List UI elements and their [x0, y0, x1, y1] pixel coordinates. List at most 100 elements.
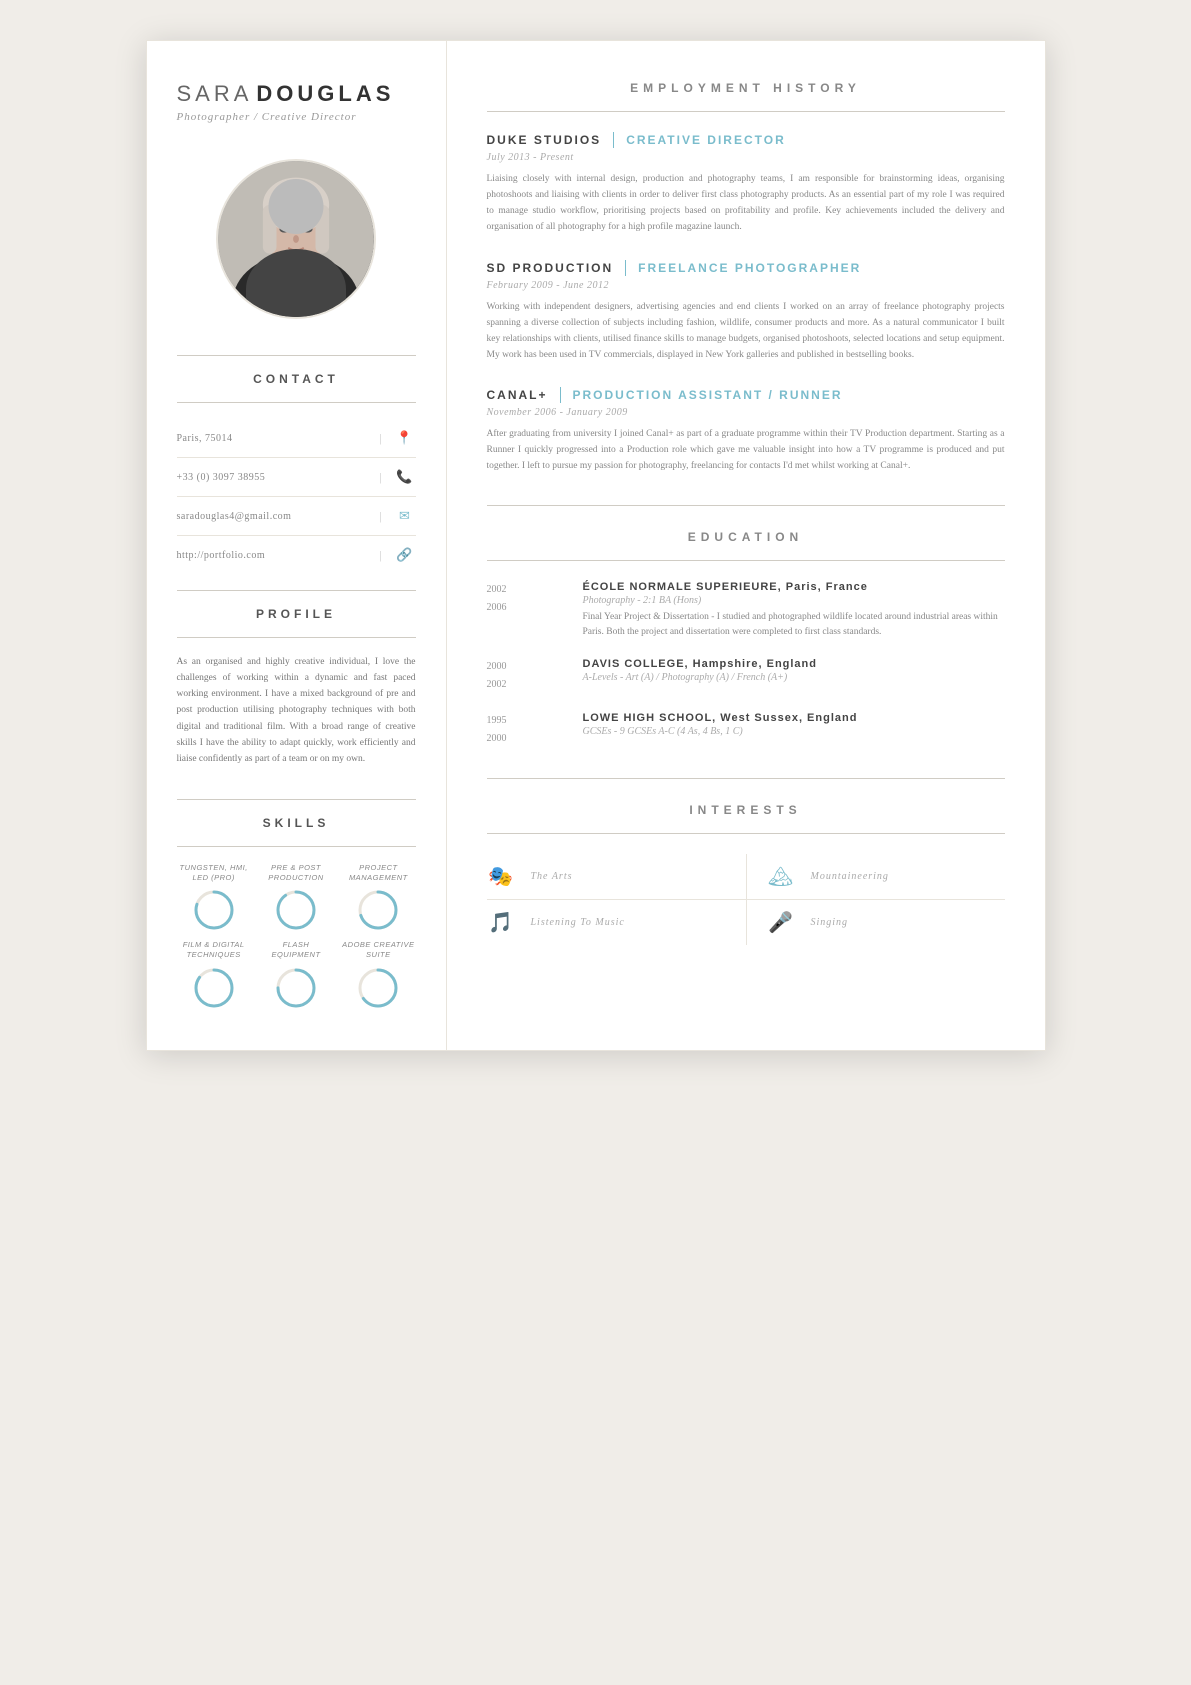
edu-degree: Photography - 2:1 BA (Hons) [583, 595, 1005, 606]
skill-circle-chart [192, 966, 236, 1010]
job-separator [625, 260, 626, 276]
contact-icon: 📍 [394, 427, 416, 449]
edu-institution: LOWE HIGH SCHOOL, West Sussex, England [583, 712, 1005, 724]
contact-divider [177, 402, 416, 403]
edu-year-start: 2000 [487, 658, 567, 676]
contact-text: +33 (0) 3097 38955 [177, 472, 368, 483]
name-section: SARA DOUGLAS Photographer / Creative Dir… [177, 81, 416, 123]
divider-after-profile [177, 799, 416, 800]
skill-label: PRE & POST PRODUCTION [259, 863, 333, 883]
first-name: SARA [177, 81, 253, 106]
job-role: CREATIVE DIRECTOR [626, 133, 786, 147]
interest-item: 🏔 Mountaineering [746, 854, 1005, 900]
job-dates: November 2006 - January 2009 [487, 407, 1005, 418]
edu-years: 2000 2002 [487, 658, 567, 694]
edu-degree: GCSEs - 9 GCSEs A-C (4 As, 4 Bs, 1 C) [583, 726, 1005, 737]
contact-separator: | [379, 548, 381, 563]
interest-label: Singing [811, 917, 849, 928]
interest-icon: 🎤 [767, 910, 795, 935]
education-divider-top [487, 560, 1005, 561]
education-section: EDUCATION 2002 2006 ÉCOLE NORMALE SUPERI… [487, 530, 1005, 748]
edu-years: 1995 2000 [487, 712, 567, 748]
skill-item: PROJECT MANAGEMENT [341, 863, 415, 933]
edu-year-end: 2006 [487, 599, 567, 617]
skill-item: TUNGSTEN, HMI, LED (PRO) [177, 863, 251, 933]
edu-year-start: 2002 [487, 581, 567, 599]
skill-label: FLASH EQUIPMENT [259, 940, 333, 960]
edu-desc: Final Year Project & Dissertation - I st… [583, 610, 1005, 640]
contact-list: Paris, 75014 | 📍 +33 (0) 3097 38955 | 📞 … [177, 419, 416, 574]
skill-label: PROJECT MANAGEMENT [341, 863, 415, 883]
job-entry: SD PRODUCTION FREELANCE PHOTOGRAPHER Feb… [487, 260, 1005, 364]
interests-divider-top [487, 833, 1005, 834]
skill-circle-chart [274, 888, 318, 932]
profile-section: PROFILE As an organised and highly creat… [177, 607, 416, 767]
education-entry: 1995 2000 LOWE HIGH SCHOOL, West Sussex,… [487, 712, 1005, 748]
edu-year-start: 1995 [487, 712, 567, 730]
skill-item: PRE & POST PRODUCTION [259, 863, 333, 933]
employment-heading: EMPLOYMENT HISTORY [487, 81, 1005, 95]
job-header: CANAL+ PRODUCTION ASSISTANT / RUNNER [487, 387, 1005, 403]
profile-heading: PROFILE [177, 607, 416, 621]
job-header: SD PRODUCTION FREELANCE PHOTOGRAPHER [487, 260, 1005, 276]
profile-photo [216, 159, 376, 319]
contact-text: Paris, 75014 [177, 433, 368, 444]
contact-heading: CONTACT [177, 372, 416, 386]
job-description: Working with independent designers, adve… [487, 299, 1005, 364]
contact-item: Paris, 75014 | 📍 [177, 419, 416, 458]
divider-after-contact [177, 590, 416, 591]
contact-icon: ✉ [394, 505, 416, 527]
edu-content: LOWE HIGH SCHOOL, West Sussex, England G… [583, 712, 1005, 748]
interest-icon: 🎵 [487, 910, 515, 935]
employment-section: EMPLOYMENT HISTORY DUKE STUDIOS CREATIVE… [487, 81, 1005, 475]
contact-item: saradouglas4@gmail.com | ✉ [177, 497, 416, 536]
job-company: SD PRODUCTION [487, 261, 614, 275]
contact-separator: | [379, 431, 381, 446]
contact-icon: 🔗 [394, 544, 416, 566]
interests-section: INTERESTS 🎭 The Arts 🏔 Mountaineering 🎵 … [487, 803, 1005, 945]
education-heading: EDUCATION [487, 530, 1005, 544]
job-role: FREELANCE PHOTOGRAPHER [638, 261, 861, 275]
photo-placeholder [218, 159, 374, 319]
edu-institution: DAVIS COLLEGE, Hampshire, England [583, 658, 1005, 670]
skill-label: ADOBE CREATIVE SUITE [341, 940, 415, 960]
job-description: Liaising closely with internal design, p… [487, 171, 1005, 236]
skill-item: FILM & DIGITAL TECHNIQUES [177, 940, 251, 1010]
edu-years: 2002 2006 [487, 581, 567, 640]
skills-heading: SKILLS [177, 816, 416, 830]
skill-circle-chart [356, 966, 400, 1010]
education-entry: 2002 2006 ÉCOLE NORMALE SUPERIEURE, Pari… [487, 581, 1005, 640]
right-column: EMPLOYMENT HISTORY DUKE STUDIOS CREATIVE… [447, 41, 1045, 1050]
job-separator [613, 132, 614, 148]
edu-content: ÉCOLE NORMALE SUPERIEURE, Paris, France … [583, 581, 1005, 640]
contact-icon: 📞 [394, 466, 416, 488]
job-separator [560, 387, 561, 403]
edu-year-end: 2000 [487, 730, 567, 748]
skill-circle-chart [274, 966, 318, 1010]
contact-text: http://portfolio.com [177, 550, 368, 561]
job-header: DUKE STUDIOS CREATIVE DIRECTOR [487, 132, 1005, 148]
profile-divider [177, 637, 416, 638]
interest-item: 🎤 Singing [746, 900, 1005, 945]
edu-degree: A-Levels - Art (A) / Photography (A) / F… [583, 672, 1005, 683]
skill-label: TUNGSTEN, HMI, LED (PRO) [177, 863, 251, 883]
full-name: SARA DOUGLAS [177, 81, 416, 107]
divider-after-photo [177, 355, 416, 356]
skill-label: FILM & DIGITAL TECHNIQUES [177, 940, 251, 960]
job-entry: DUKE STUDIOS CREATIVE DIRECTOR July 2013… [487, 132, 1005, 236]
interest-label: Listening To Music [531, 917, 625, 928]
contact-text: saradouglas4@gmail.com [177, 511, 368, 522]
interest-label: The Arts [531, 871, 573, 882]
skill-item: FLASH EQUIPMENT [259, 940, 333, 1010]
interest-label: Mountaineering [811, 871, 889, 882]
interest-item: 🎵 Listening To Music [487, 900, 746, 945]
edu-institution: ÉCOLE NORMALE SUPERIEURE, Paris, France [583, 581, 1005, 593]
job-description: After graduating from university I joine… [487, 426, 1005, 474]
employment-divider-top [487, 111, 1005, 112]
skills-divider [177, 846, 416, 847]
education-list: 2002 2006 ÉCOLE NORMALE SUPERIEURE, Pari… [487, 581, 1005, 748]
edu-content: DAVIS COLLEGE, Hampshire, England A-Leve… [583, 658, 1005, 694]
contact-separator: | [379, 509, 381, 524]
jobs-list: DUKE STUDIOS CREATIVE DIRECTOR July 2013… [487, 132, 1005, 475]
job-title: Photographer / Creative Director [177, 111, 416, 123]
